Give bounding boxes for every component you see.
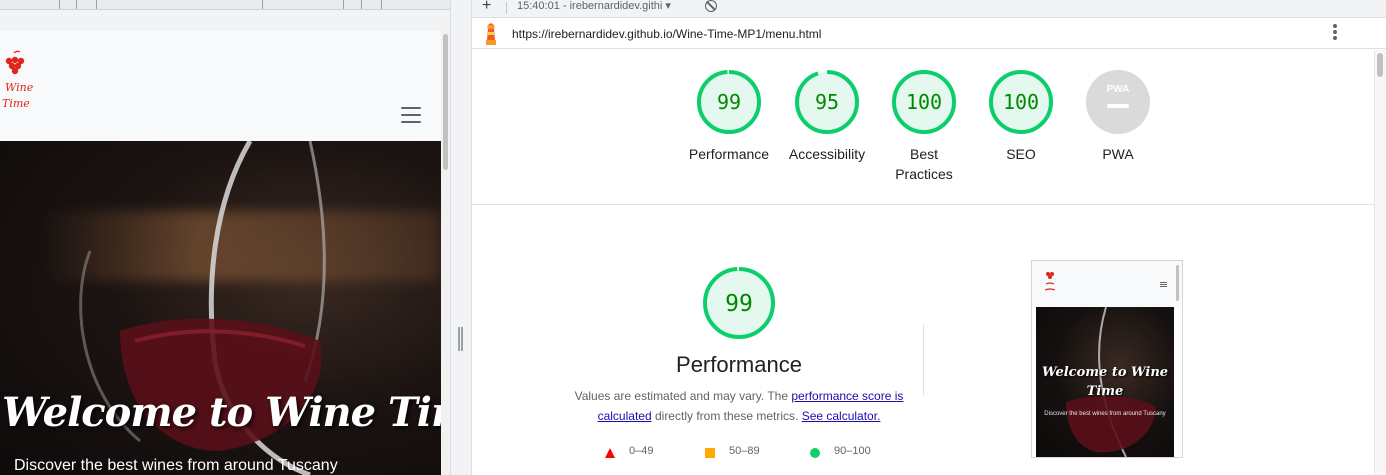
thumb-scrollbar bbox=[1176, 265, 1179, 301]
see-calculator-link[interactable]: See calculator. bbox=[802, 409, 881, 423]
final-screenshot-thumbnail[interactable]: Welcome to Wine Time Discover the best w… bbox=[1031, 260, 1183, 458]
performance-title: Performance bbox=[676, 352, 802, 377]
clear-reports-icon[interactable] bbox=[705, 0, 717, 12]
more-options-icon[interactable] bbox=[1332, 24, 1338, 42]
performance-description: Values are estimated and may vary. The p… bbox=[574, 389, 904, 423]
vertical-divider bbox=[923, 324, 924, 396]
section-divider bbox=[472, 204, 1374, 205]
score-ring: 100 bbox=[892, 70, 956, 134]
lighthouse-panel: + 15:40:01 - irebernardidev.githi ▾ http… bbox=[472, 0, 1386, 475]
report-scrollbar-thumb[interactable] bbox=[1377, 53, 1383, 77]
svg-text:95: 95 bbox=[815, 90, 839, 114]
report-timestamp: 15:40:01 - irebernardidev.githi bbox=[517, 0, 663, 12]
score-ring: 95 bbox=[795, 70, 859, 134]
thumb-navbar bbox=[1032, 261, 1182, 307]
svg-text:100: 100 bbox=[906, 90, 942, 114]
thumb-hero-subtitle: Discover the best wines from around Tusc… bbox=[1044, 411, 1166, 417]
report-scrollbar[interactable] bbox=[1374, 50, 1386, 475]
thumb-logo-icon bbox=[1044, 272, 1056, 291]
gauge-label: SEO bbox=[1006, 146, 1036, 162]
score-ring: 100 bbox=[989, 70, 1053, 134]
pane-divider[interactable] bbox=[450, 0, 472, 475]
gauge-label: Performance bbox=[688, 146, 770, 162]
resize-handle[interactable] bbox=[458, 327, 463, 351]
site-navbar: Wine Time bbox=[0, 31, 441, 141]
gauge-label: Best Practices bbox=[874, 144, 974, 184]
svg-text:99: 99 bbox=[725, 291, 753, 317]
preview-scrollbar-thumb[interactable] bbox=[443, 34, 448, 170]
hero-section: Welcome to Wine Time Discover the best w… bbox=[0, 141, 441, 475]
svg-text:Time: Time bbox=[2, 97, 30, 110]
gauge-label-line: Practices bbox=[895, 166, 953, 182]
gauge-best-practices[interactable]: 100 Best Practices bbox=[874, 69, 974, 184]
gauge-performance[interactable]: 99 Performance bbox=[679, 69, 779, 164]
lighthouse-icon bbox=[486, 23, 496, 45]
device-preview-pane: Wine Time Welcome to Wine Time Discover bbox=[0, 0, 458, 475]
report-url[interactable]: https://irebernardidev.github.io/Wine-Ti… bbox=[512, 27, 821, 41]
svg-text:PWA: PWA bbox=[1107, 84, 1130, 95]
gauge-pwa[interactable]: PWA PWA bbox=[1068, 69, 1168, 164]
square-icon bbox=[705, 448, 715, 458]
thumb-menu-icon bbox=[1160, 282, 1167, 288]
triangle-icon bbox=[605, 448, 615, 458]
performance-gauge[interactable]: 99 bbox=[702, 266, 776, 340]
gauge-label-line: Best bbox=[909, 146, 938, 162]
toolbar-separator bbox=[506, 2, 507, 14]
device-toolbar-strip bbox=[0, 0, 458, 10]
gauge-seo[interactable]: 100 SEO bbox=[971, 69, 1071, 164]
thumb-hero-title: Welcome to Wine Time bbox=[1041, 365, 1169, 399]
gauge-accessibility[interactable]: 95 Accessibility bbox=[777, 69, 877, 164]
website-viewport: Wine Time Welcome to Wine Time Discover bbox=[0, 31, 441, 475]
hero-title: Welcome to Wine Time bbox=[2, 389, 441, 436]
circle-icon bbox=[810, 448, 820, 458]
report-selector[interactable]: 15:40:01 - irebernardidev.githi ▾ bbox=[517, 0, 671, 12]
svg-text:Wine: Wine bbox=[5, 81, 34, 94]
thumb-hero: Welcome to Wine Time Discover the best w… bbox=[1036, 307, 1174, 457]
report-url-bar: https://irebernardidev.github.io/Wine-Ti… bbox=[472, 18, 1386, 49]
gauge-label: PWA bbox=[1102, 146, 1134, 162]
svg-text:100: 100 bbox=[1003, 90, 1039, 114]
menu-toggle-button[interactable] bbox=[401, 107, 421, 125]
wine-time-logo[interactable]: Wine Time bbox=[0, 49, 34, 115]
lighthouse-toolbar: + 15:40:01 - irebernardidev.githi ▾ bbox=[472, 0, 1386, 18]
chevron-down-icon: ▾ bbox=[665, 0, 671, 12]
score-ring: 99 bbox=[697, 70, 761, 134]
gauge-label: Accessibility bbox=[788, 146, 866, 162]
pwa-badge-icon: PWA bbox=[1086, 70, 1150, 134]
svg-text:99: 99 bbox=[717, 90, 741, 114]
new-report-button[interactable]: + bbox=[482, 0, 491, 15]
report-body: 99 Performance 95 Accessibility 100 Best… bbox=[472, 50, 1374, 475]
hero-subtitle: Discover the best wines from around Tusc… bbox=[14, 457, 338, 474]
